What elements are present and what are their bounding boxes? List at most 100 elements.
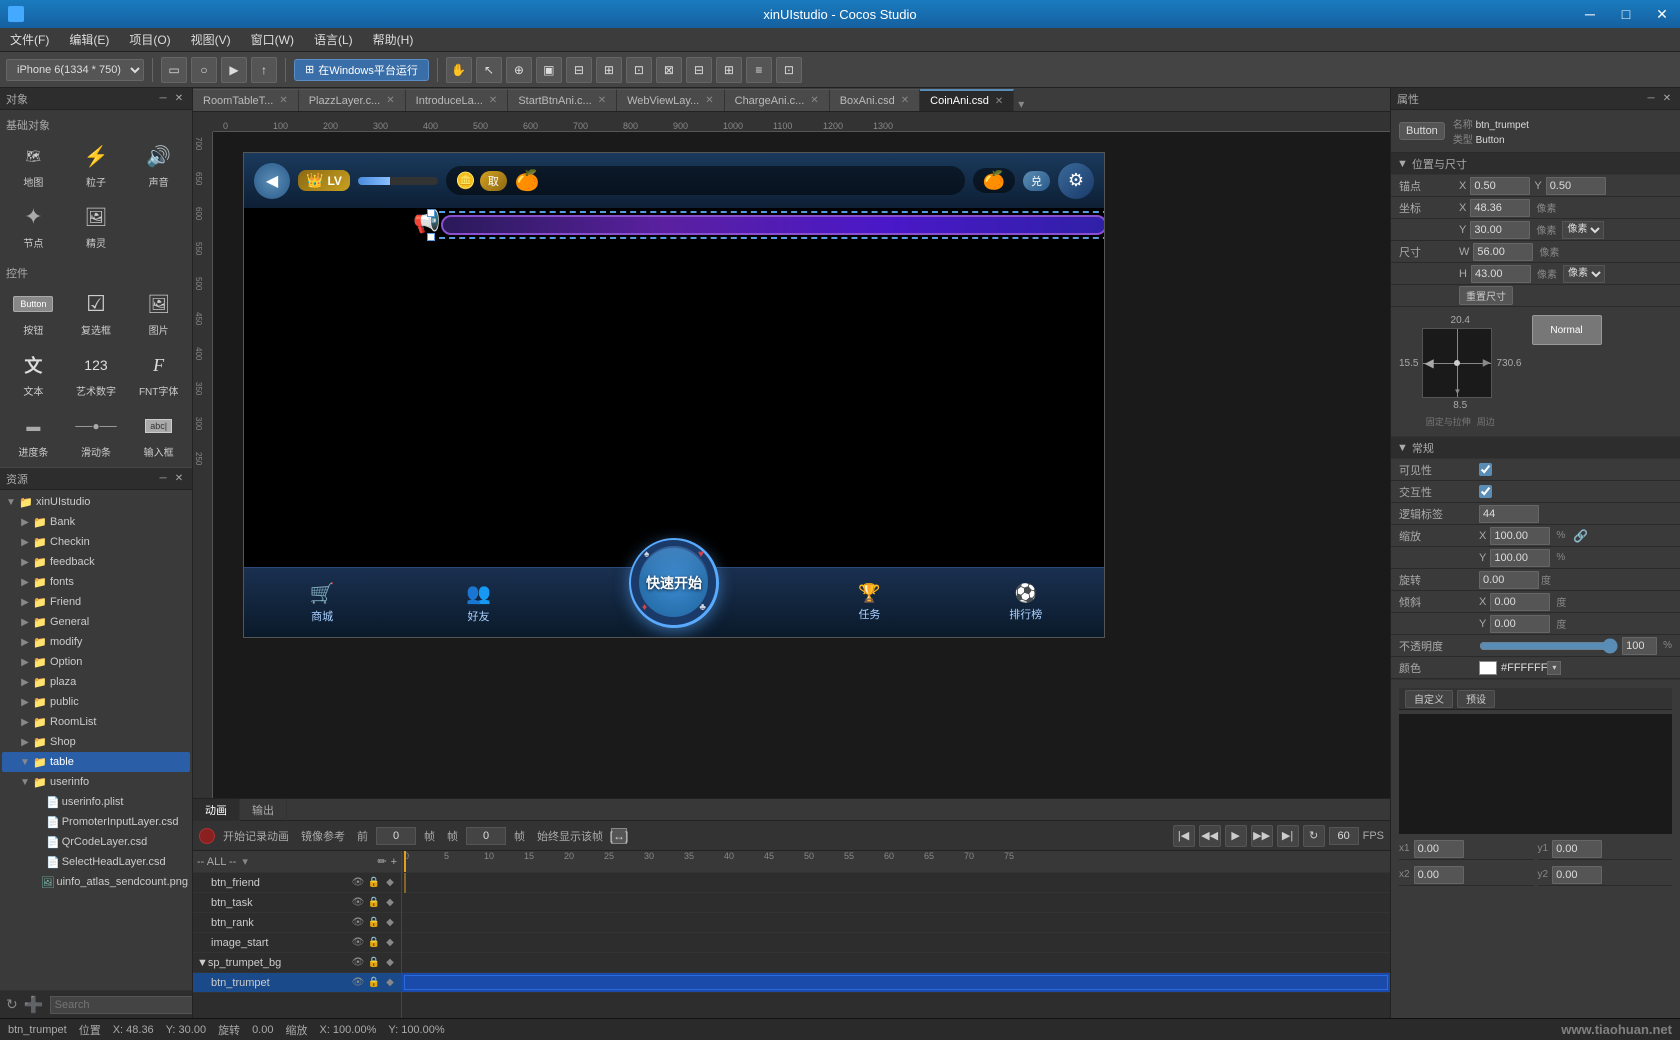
pointer-tool-button[interactable]: ↖ — [476, 57, 502, 83]
before-value-input[interactable] — [376, 827, 416, 845]
tree-item-checkin[interactable]: ▶ 📁 Checkin — [2, 532, 190, 552]
tree-item-shop[interactable]: ▶ 📁 Shop — [2, 732, 190, 752]
eye-icon[interactable]: 👁 — [351, 956, 365, 970]
button-control[interactable]: Button 按钮 — [4, 284, 63, 341]
refresh-icon[interactable]: ↻ — [6, 996, 18, 1013]
tab-close-icon[interactable]: ✕ — [489, 95, 497, 106]
menu-file[interactable]: 文件(F) — [0, 28, 59, 51]
tree-item-table[interactable]: ▼ 📁 table — [2, 752, 190, 772]
shop-nav-button[interactable]: 🛒 商城 — [244, 568, 400, 637]
tab-introducelayer[interactable]: IntroduceLa... ✕ — [406, 89, 509, 111]
tab-coinani[interactable]: CoinAni.csd ✕ — [920, 89, 1014, 111]
scale-y-input[interactable] — [1490, 549, 1550, 567]
start-button[interactable]: ♠ ♥ ♦ ♣ 快速开始 — [629, 538, 719, 628]
tree-item-userinfo-plist[interactable]: 📄 userinfo.plist — [2, 792, 190, 812]
arttext-control[interactable]: 123 艺术数字 — [67, 345, 126, 402]
interactive-checkbox[interactable] — [1479, 485, 1492, 498]
handle-tl[interactable] — [427, 209, 435, 217]
tab-close-icon[interactable]: ✕ — [279, 95, 287, 106]
rank-nav-button[interactable]: ⚽ 排行榜 — [948, 568, 1104, 637]
tab-webviewlay[interactable]: WebViewLay... ✕ — [617, 89, 725, 111]
sound-object[interactable]: 🔊 声音 — [129, 136, 188, 193]
eye-icon[interactable]: 👁 — [351, 916, 365, 930]
loop-button[interactable]: ↻ — [1303, 825, 1325, 847]
tree-item-promoterinput[interactable]: 📄 PromoterInputLayer.csd — [2, 812, 190, 832]
hand-tool-button[interactable]: ✋ — [446, 57, 472, 83]
position-section-header[interactable]: ▼ 位置与尺寸 — [1391, 153, 1680, 175]
close-button[interactable]: ✕ — [1644, 0, 1680, 28]
progress-control[interactable]: ▬ 进度条 — [4, 406, 63, 463]
eye-icon[interactable]: 👁 — [351, 936, 365, 950]
layer-dropdown-icon[interactable]: ▾ — [242, 855, 248, 868]
tab-roomtable[interactable]: RoomTableT... ✕ — [193, 89, 299, 111]
animation-tab-anim[interactable]: 动画 — [193, 799, 240, 821]
eye-icon[interactable]: 👁 — [351, 896, 365, 910]
play-next-button[interactable]: ▶▶ — [1251, 825, 1273, 847]
anchor-tool-button[interactable]: ⊕ — [506, 57, 532, 83]
tree-item-xinuistudio[interactable]: ▼ 📁 xinUIstudio — [2, 492, 190, 512]
edit-layers-icon[interactable]: ✏ — [377, 855, 386, 868]
keyframe-icon[interactable]: ◆ — [383, 976, 397, 990]
skew-y-input[interactable] — [1490, 615, 1550, 633]
lock-icon[interactable]: 🔒 — [367, 916, 381, 930]
general-section-header[interactable]: ▼ 常规 — [1391, 437, 1680, 459]
tree-item-png[interactable]: 🖼 uinfo_atlas_sendcount.png — [2, 872, 190, 892]
tab-chargeani[interactable]: ChargeAni.c... ✕ — [725, 89, 830, 111]
opacity-input[interactable] — [1622, 637, 1657, 655]
y1-input[interactable] — [1552, 840, 1602, 858]
tree-item-selecthead[interactable]: 📄 SelectHeadLayer.csd — [2, 852, 190, 872]
tab-plazzlayer[interactable]: PlazzLayer.c... ✕ — [299, 89, 406, 111]
tree-item-option[interactable]: ▶ 📁 Option — [2, 652, 190, 672]
tab-close-icon[interactable]: ✕ — [598, 95, 606, 106]
layer-row-btn-task[interactable]: btn_task 👁 🔒 ◆ — [193, 893, 401, 913]
text-control[interactable]: 文 文本 — [4, 345, 63, 402]
keyframe-icon[interactable]: ◆ — [383, 936, 397, 950]
layer-row-sp-trumpet[interactable]: ▼ sp_trumpet_bg 👁 🔒 ◆ — [193, 953, 401, 973]
sprite-object[interactable]: 🖼 精灵 — [67, 197, 126, 254]
settings-button[interactable]: ⚙ — [1058, 163, 1094, 199]
fps-value-input[interactable] — [1329, 827, 1359, 845]
panel-minimize-icon[interactable]: ─ — [156, 92, 170, 106]
fntfont-control[interactable]: F FNT字体 — [129, 345, 188, 402]
align7-button[interactable]: ≡ — [746, 57, 772, 83]
anchor-y-input[interactable] — [1546, 177, 1606, 195]
after-value-input[interactable] — [466, 827, 506, 845]
keyframe-icon[interactable]: ◆ — [383, 916, 397, 930]
checkbox-control[interactable]: ☑ 复选框 — [67, 284, 126, 341]
tree-item-roomlist[interactable]: ▶ 📁 RoomList — [2, 712, 190, 732]
tab-close-icon[interactable]: ✕ — [810, 95, 818, 106]
resource-close-icon[interactable]: ✕ — [172, 472, 186, 486]
device-selector[interactable]: iPhone 6(1334 * 750) — [6, 59, 144, 81]
task-nav-button[interactable]: 🏆 任务 — [791, 568, 947, 637]
menu-project[interactable]: 项目(O) — [119, 28, 180, 51]
tree-item-friend[interactable]: ▶ 📁 Friend — [2, 592, 190, 612]
inputbox-control[interactable]: abc| 输入框 — [129, 406, 188, 463]
size-unit-selector[interactable]: 像素 — [1563, 265, 1605, 283]
keyframe-icon[interactable]: ◆ — [383, 876, 397, 890]
slider-control[interactable]: ──●── 滑动条 — [67, 406, 126, 463]
align3-button[interactable]: ⊡ — [626, 57, 652, 83]
keyframe-icon[interactable]: ◆ — [383, 956, 397, 970]
back-button[interactable]: ◀ — [254, 163, 290, 199]
logic-tag-input[interactable] — [1479, 505, 1539, 523]
tree-item-general[interactable]: ▶ 📁 General — [2, 612, 190, 632]
pos-y-input[interactable] — [1470, 221, 1530, 239]
menu-view[interactable]: 视图(V) — [181, 28, 241, 51]
tab-close-icon[interactable]: ✕ — [901, 95, 909, 106]
tab-startbtnani[interactable]: StartBtnAni.c... ✕ — [508, 89, 617, 111]
keyframe-icon[interactable]: ◆ — [383, 896, 397, 910]
maximize-button[interactable]: □ — [1608, 0, 1644, 28]
menu-window[interactable]: 窗口(W) — [241, 28, 304, 51]
visible-checkbox[interactable] — [1479, 463, 1492, 476]
tree-item-bank[interactable]: ▶ 📁 Bank — [2, 512, 190, 532]
animation-tab-output[interactable]: 输出 — [240, 799, 287, 821]
y2-input[interactable] — [1552, 866, 1602, 884]
play-to-start-button[interactable]: |◀ — [1173, 825, 1195, 847]
record-indicator[interactable] — [199, 828, 215, 844]
eye-icon[interactable]: 👁 — [351, 876, 365, 890]
size-h-input[interactable] — [1471, 265, 1531, 283]
opacity-slider[interactable] — [1479, 639, 1618, 653]
layer-row-btn-rank[interactable]: btn_rank 👁 🔒 ◆ — [193, 913, 401, 933]
lock-icon[interactable]: 🔒 — [367, 956, 381, 970]
color-swatch[interactable] — [1479, 661, 1497, 675]
